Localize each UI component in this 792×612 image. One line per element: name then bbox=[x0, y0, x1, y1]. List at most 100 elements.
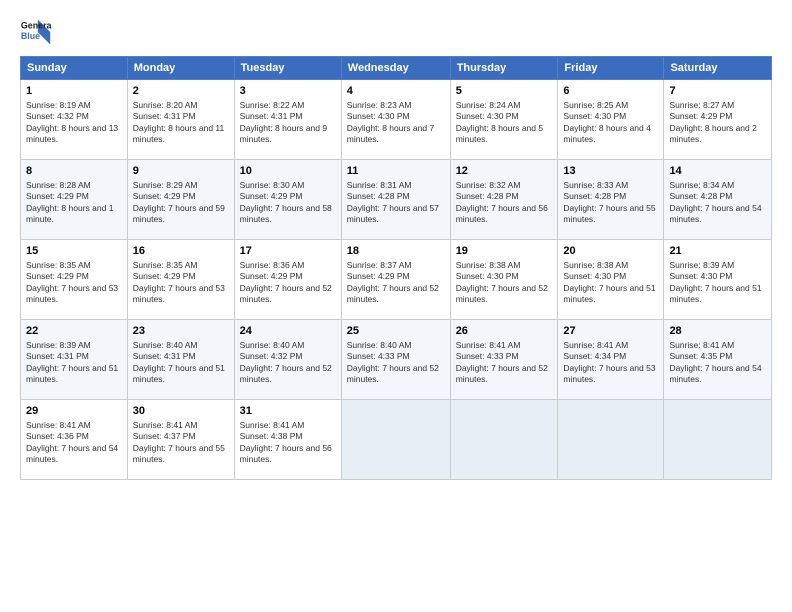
calendar-cell: 9Sunrise: 8:29 AMSunset: 4:29 PMDaylight… bbox=[127, 160, 234, 240]
day-info: Sunrise: 8:27 AMSunset: 4:29 PMDaylight:… bbox=[669, 100, 766, 146]
day-info: Sunrise: 8:40 AMSunset: 4:32 PMDaylight:… bbox=[240, 340, 336, 386]
page: General Blue SundayMondayTuesdayWednesda… bbox=[0, 0, 792, 612]
day-info: Sunrise: 8:40 AMSunset: 4:31 PMDaylight:… bbox=[133, 340, 229, 386]
calendar-cell: 29Sunrise: 8:41 AMSunset: 4:36 PMDayligh… bbox=[21, 400, 128, 480]
calendar-cell: 25Sunrise: 8:40 AMSunset: 4:33 PMDayligh… bbox=[341, 320, 450, 400]
calendar-cell: 16Sunrise: 8:35 AMSunset: 4:29 PMDayligh… bbox=[127, 240, 234, 320]
day-info: Sunrise: 8:20 AMSunset: 4:31 PMDaylight:… bbox=[133, 100, 229, 146]
day-number: 15 bbox=[26, 244, 122, 259]
day-info: Sunrise: 8:41 AMSunset: 4:37 PMDaylight:… bbox=[133, 420, 229, 466]
weekday-header-monday: Monday bbox=[127, 57, 234, 80]
day-info: Sunrise: 8:41 AMSunset: 4:36 PMDaylight:… bbox=[26, 420, 122, 466]
day-info: Sunrise: 8:28 AMSunset: 4:29 PMDaylight:… bbox=[26, 180, 122, 226]
calendar-cell bbox=[450, 400, 558, 480]
day-number: 7 bbox=[669, 84, 766, 99]
day-info: Sunrise: 8:33 AMSunset: 4:28 PMDaylight:… bbox=[563, 180, 658, 226]
day-number: 17 bbox=[240, 244, 336, 259]
day-number: 24 bbox=[240, 324, 336, 339]
day-info: Sunrise: 8:30 AMSunset: 4:29 PMDaylight:… bbox=[240, 180, 336, 226]
day-number: 20 bbox=[563, 244, 658, 259]
calendar-cell: 14Sunrise: 8:34 AMSunset: 4:28 PMDayligh… bbox=[664, 160, 772, 240]
calendar-cell: 5Sunrise: 8:24 AMSunset: 4:30 PMDaylight… bbox=[450, 80, 558, 160]
calendar-cell: 18Sunrise: 8:37 AMSunset: 4:29 PMDayligh… bbox=[341, 240, 450, 320]
calendar-cell: 30Sunrise: 8:41 AMSunset: 4:37 PMDayligh… bbox=[127, 400, 234, 480]
calendar-cell bbox=[558, 400, 664, 480]
day-number: 12 bbox=[456, 164, 553, 179]
calendar-cell: 3Sunrise: 8:22 AMSunset: 4:31 PMDaylight… bbox=[234, 80, 341, 160]
day-info: Sunrise: 8:41 AMSunset: 4:34 PMDaylight:… bbox=[563, 340, 658, 386]
calendar-week-1: 1Sunrise: 8:19 AMSunset: 4:32 PMDaylight… bbox=[21, 80, 772, 160]
calendar-cell: 10Sunrise: 8:30 AMSunset: 4:29 PMDayligh… bbox=[234, 160, 341, 240]
day-info: Sunrise: 8:38 AMSunset: 4:30 PMDaylight:… bbox=[563, 260, 658, 306]
weekday-header-saturday: Saturday bbox=[664, 57, 772, 80]
calendar-cell: 4Sunrise: 8:23 AMSunset: 4:30 PMDaylight… bbox=[341, 80, 450, 160]
day-info: Sunrise: 8:35 AMSunset: 4:29 PMDaylight:… bbox=[26, 260, 122, 306]
calendar-cell: 17Sunrise: 8:36 AMSunset: 4:29 PMDayligh… bbox=[234, 240, 341, 320]
day-number: 27 bbox=[563, 324, 658, 339]
calendar-cell: 15Sunrise: 8:35 AMSunset: 4:29 PMDayligh… bbox=[21, 240, 128, 320]
day-info: Sunrise: 8:32 AMSunset: 4:28 PMDaylight:… bbox=[456, 180, 553, 226]
weekday-header-friday: Friday bbox=[558, 57, 664, 80]
generalblue-logo-icon: General Blue bbox=[20, 16, 52, 48]
calendar-week-5: 29Sunrise: 8:41 AMSunset: 4:36 PMDayligh… bbox=[21, 400, 772, 480]
weekday-header-sunday: Sunday bbox=[21, 57, 128, 80]
day-info: Sunrise: 8:31 AMSunset: 4:28 PMDaylight:… bbox=[347, 180, 445, 226]
day-info: Sunrise: 8:41 AMSunset: 4:33 PMDaylight:… bbox=[456, 340, 553, 386]
svg-text:Blue: Blue bbox=[21, 31, 40, 41]
day-info: Sunrise: 8:37 AMSunset: 4:29 PMDaylight:… bbox=[347, 260, 445, 306]
calendar-cell: 2Sunrise: 8:20 AMSunset: 4:31 PMDaylight… bbox=[127, 80, 234, 160]
calendar-cell: 7Sunrise: 8:27 AMSunset: 4:29 PMDaylight… bbox=[664, 80, 772, 160]
calendar-cell bbox=[341, 400, 450, 480]
day-number: 25 bbox=[347, 324, 445, 339]
calendar-cell: 22Sunrise: 8:39 AMSunset: 4:31 PMDayligh… bbox=[21, 320, 128, 400]
day-info: Sunrise: 8:36 AMSunset: 4:29 PMDaylight:… bbox=[240, 260, 336, 306]
weekday-header-row: SundayMondayTuesdayWednesdayThursdayFrid… bbox=[21, 57, 772, 80]
day-info: Sunrise: 8:41 AMSunset: 4:38 PMDaylight:… bbox=[240, 420, 336, 466]
day-info: Sunrise: 8:25 AMSunset: 4:30 PMDaylight:… bbox=[563, 100, 658, 146]
calendar-cell: 11Sunrise: 8:31 AMSunset: 4:28 PMDayligh… bbox=[341, 160, 450, 240]
day-number: 9 bbox=[133, 164, 229, 179]
day-info: Sunrise: 8:24 AMSunset: 4:30 PMDaylight:… bbox=[456, 100, 553, 146]
day-number: 10 bbox=[240, 164, 336, 179]
day-number: 8 bbox=[26, 164, 122, 179]
weekday-header-thursday: Thursday bbox=[450, 57, 558, 80]
weekday-header-wednesday: Wednesday bbox=[341, 57, 450, 80]
header: General Blue bbox=[20, 16, 772, 48]
calendar-cell: 19Sunrise: 8:38 AMSunset: 4:30 PMDayligh… bbox=[450, 240, 558, 320]
day-number: 11 bbox=[347, 164, 445, 179]
calendar-cell: 13Sunrise: 8:33 AMSunset: 4:28 PMDayligh… bbox=[558, 160, 664, 240]
day-number: 29 bbox=[26, 404, 122, 419]
logo: General Blue bbox=[20, 16, 52, 48]
day-number: 14 bbox=[669, 164, 766, 179]
calendar-cell: 27Sunrise: 8:41 AMSunset: 4:34 PMDayligh… bbox=[558, 320, 664, 400]
day-number: 18 bbox=[347, 244, 445, 259]
calendar-body: 1Sunrise: 8:19 AMSunset: 4:32 PMDaylight… bbox=[21, 80, 772, 480]
day-number: 23 bbox=[133, 324, 229, 339]
day-info: Sunrise: 8:40 AMSunset: 4:33 PMDaylight:… bbox=[347, 340, 445, 386]
svg-text:General: General bbox=[21, 20, 52, 30]
day-number: 26 bbox=[456, 324, 553, 339]
day-info: Sunrise: 8:34 AMSunset: 4:28 PMDaylight:… bbox=[669, 180, 766, 226]
day-info: Sunrise: 8:35 AMSunset: 4:29 PMDaylight:… bbox=[133, 260, 229, 306]
day-info: Sunrise: 8:22 AMSunset: 4:31 PMDaylight:… bbox=[240, 100, 336, 146]
weekday-header-tuesday: Tuesday bbox=[234, 57, 341, 80]
calendar-cell: 24Sunrise: 8:40 AMSunset: 4:32 PMDayligh… bbox=[234, 320, 341, 400]
day-number: 16 bbox=[133, 244, 229, 259]
day-info: Sunrise: 8:39 AMSunset: 4:31 PMDaylight:… bbox=[26, 340, 122, 386]
calendar-cell: 1Sunrise: 8:19 AMSunset: 4:32 PMDaylight… bbox=[21, 80, 128, 160]
day-info: Sunrise: 8:39 AMSunset: 4:30 PMDaylight:… bbox=[669, 260, 766, 306]
day-info: Sunrise: 8:29 AMSunset: 4:29 PMDaylight:… bbox=[133, 180, 229, 226]
day-number: 4 bbox=[347, 84, 445, 99]
day-number: 2 bbox=[133, 84, 229, 99]
day-number: 31 bbox=[240, 404, 336, 419]
day-number: 13 bbox=[563, 164, 658, 179]
calendar-cell: 6Sunrise: 8:25 AMSunset: 4:30 PMDaylight… bbox=[558, 80, 664, 160]
day-number: 6 bbox=[563, 84, 658, 99]
calendar-week-4: 22Sunrise: 8:39 AMSunset: 4:31 PMDayligh… bbox=[21, 320, 772, 400]
day-info: Sunrise: 8:19 AMSunset: 4:32 PMDaylight:… bbox=[26, 100, 122, 146]
day-number: 22 bbox=[26, 324, 122, 339]
day-info: Sunrise: 8:41 AMSunset: 4:35 PMDaylight:… bbox=[669, 340, 766, 386]
day-info: Sunrise: 8:38 AMSunset: 4:30 PMDaylight:… bbox=[456, 260, 553, 306]
calendar-week-2: 8Sunrise: 8:28 AMSunset: 4:29 PMDaylight… bbox=[21, 160, 772, 240]
day-number: 1 bbox=[26, 84, 122, 99]
